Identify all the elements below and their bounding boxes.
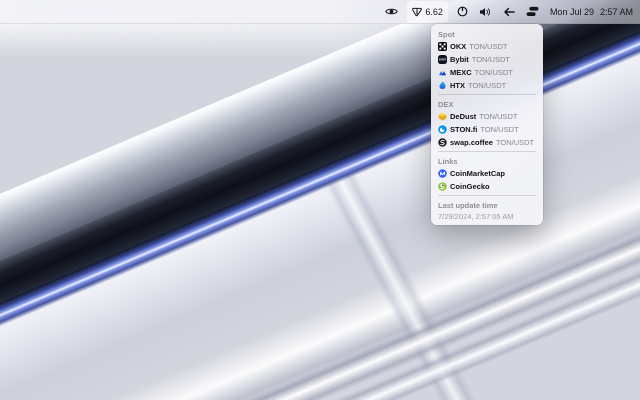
trading-pair: TON/USDT <box>468 81 506 90</box>
htx-icon <box>438 81 447 90</box>
trading-pair: TON/USDT <box>472 55 510 64</box>
menu-item-dedust[interactable]: DeDust TON/USDT <box>431 110 543 123</box>
mexc-icon <box>438 68 447 77</box>
exchange-name: HTX <box>450 81 465 90</box>
last-update-label: Last update time <box>431 198 543 211</box>
menu-bar: 6.62 Mon Jul 29 2:5 <box>0 0 640 24</box>
clock-time: 2:57 AM <box>600 7 633 17</box>
stonfi-icon <box>438 125 447 134</box>
menu-item-bybit[interactable]: BYBIT Bybit TON/USDT <box>431 53 543 66</box>
menu-item-htx[interactable]: HTX TON/USDT <box>431 79 543 92</box>
power-icon[interactable] <box>455 3 470 21</box>
trading-pair: TON/USDT <box>480 125 518 134</box>
divider <box>438 94 536 95</box>
section-title-dex: DEX <box>431 97 543 110</box>
exchange-name: MEXC <box>450 68 472 77</box>
link-name: CoinGecko <box>450 182 490 191</box>
exchange-name: STON.fi <box>450 125 477 134</box>
svg-text:BYBIT: BYBIT <box>439 60 446 62</box>
exchange-name: DeDust <box>450 112 476 121</box>
stack-icon[interactable] <box>524 3 541 21</box>
coingecko-icon <box>438 182 447 191</box>
menu-item-swapcoffee[interactable]: swap.coffee TON/USDT <box>431 136 543 149</box>
link-name: CoinMarketCap <box>450 169 505 178</box>
menu-item-mexc[interactable]: MEXC TON/USDT <box>431 66 543 79</box>
menu-item-coinmarketcap[interactable]: CoinMarketCap <box>431 167 543 180</box>
exchange-name: swap.coffee <box>450 138 493 147</box>
volume-icon[interactable] <box>477 3 494 21</box>
desktop: 6.62 Mon Jul 29 2:5 <box>0 0 640 400</box>
menu-bar-clock[interactable]: Mon Jul 29 2:57 AM <box>548 7 635 17</box>
back-arrow-icon[interactable] <box>501 3 517 21</box>
clock-date: Mon Jul 29 <box>550 7 594 17</box>
last-update-value: 7/29/2024, 2:57:05 AM <box>431 211 543 221</box>
exchange-name: Bybit <box>450 55 469 64</box>
exchange-name: OKX <box>450 42 466 51</box>
eye-icon[interactable] <box>383 3 400 21</box>
trading-pair: TON/USDT <box>479 112 517 121</box>
okx-icon <box>438 42 447 51</box>
divider <box>438 151 536 152</box>
menu-item-stonfi[interactable]: STON.fi TON/USDT <box>431 123 543 136</box>
trading-pair: TON/USDT <box>496 138 534 147</box>
section-title-links: Links <box>431 154 543 167</box>
ton-ticker-dropdown: Spot OKX TON/USDT BYBIT <box>431 24 543 225</box>
menu-item-okx[interactable]: OKX TON/USDT <box>431 40 543 53</box>
section-title-spot: Spot <box>431 27 543 40</box>
divider <box>438 195 536 196</box>
coinmarketcap-icon <box>438 169 447 178</box>
dedust-icon <box>438 112 447 121</box>
bybit-icon: BYBIT <box>438 55 447 64</box>
swapcoffee-icon <box>438 138 447 147</box>
menu-item-coingecko[interactable]: CoinGecko <box>431 180 543 193</box>
ton-price-menu-item[interactable]: 6.62 <box>407 1 448 23</box>
trading-pair: TON/USDT <box>475 68 513 77</box>
ton-price: 6.62 <box>425 7 443 17</box>
trading-pair: TON/USDT <box>469 42 507 51</box>
ton-logo-icon <box>412 7 422 17</box>
